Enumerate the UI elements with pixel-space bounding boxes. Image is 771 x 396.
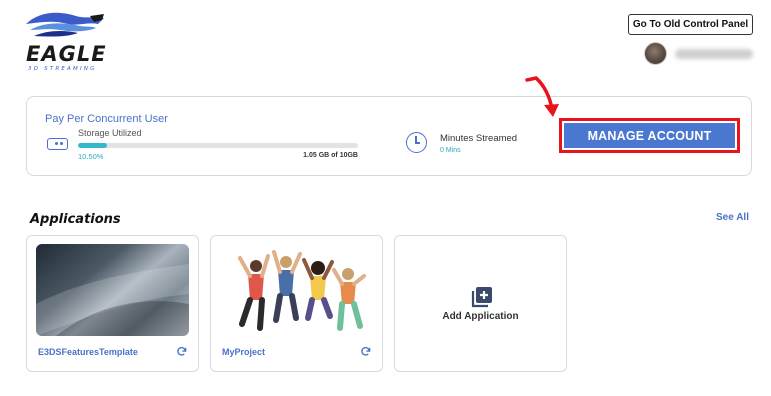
minutes-value: 0 Mins	[440, 147, 461, 154]
add-application-icon	[471, 287, 492, 308]
manage-account-highlight: MANAGE ACCOUNT	[559, 118, 740, 153]
app-name[interactable]: E3DSFeaturesTemplate	[38, 347, 138, 357]
storage-icon	[47, 138, 68, 150]
avatar[interactable]	[644, 42, 667, 65]
plan-title: Pay Per Concurrent User	[45, 113, 168, 125]
app-thumbnail[interactable]	[220, 244, 373, 336]
storage-progress-fill	[78, 143, 108, 148]
minutes-label: Minutes Streamed	[440, 133, 518, 144]
app-name[interactable]: MyProject	[222, 347, 265, 357]
storage-progress-bar	[78, 143, 358, 148]
storage-percent: 10.50%	[78, 152, 104, 161]
user-name	[675, 48, 753, 59]
storage-label: Storage Utilized	[78, 128, 142, 138]
user-menu[interactable]	[644, 42, 753, 65]
applications-heading: Applications	[30, 212, 121, 227]
old-control-panel-button[interactable]: Go To Old Control Panel	[628, 14, 753, 35]
refresh-icon[interactable]	[360, 346, 371, 357]
see-all-link[interactable]: See All	[716, 212, 749, 223]
storage-amount: 1.05 GB of 10GB	[303, 152, 358, 159]
red-arrow-icon	[525, 76, 559, 117]
app-card[interactable]: MyProject	[210, 235, 383, 372]
add-application-card[interactable]: Add Application	[394, 235, 567, 372]
eagle-logo[interactable]: EAGLE 3D STREAMING	[24, 10, 107, 72]
clock-icon	[406, 132, 427, 153]
add-application-label: Add Application	[442, 311, 519, 322]
manage-account-button[interactable]: MANAGE ACCOUNT	[564, 123, 735, 148]
brand-name: EAGLE	[26, 42, 107, 66]
app-card[interactable]: E3DSFeaturesTemplate	[26, 235, 199, 372]
refresh-icon[interactable]	[176, 346, 187, 357]
brand-tagline: 3D STREAMING	[28, 66, 97, 72]
app-thumbnail[interactable]	[36, 244, 189, 336]
eagle-wing-icon	[26, 12, 104, 37]
